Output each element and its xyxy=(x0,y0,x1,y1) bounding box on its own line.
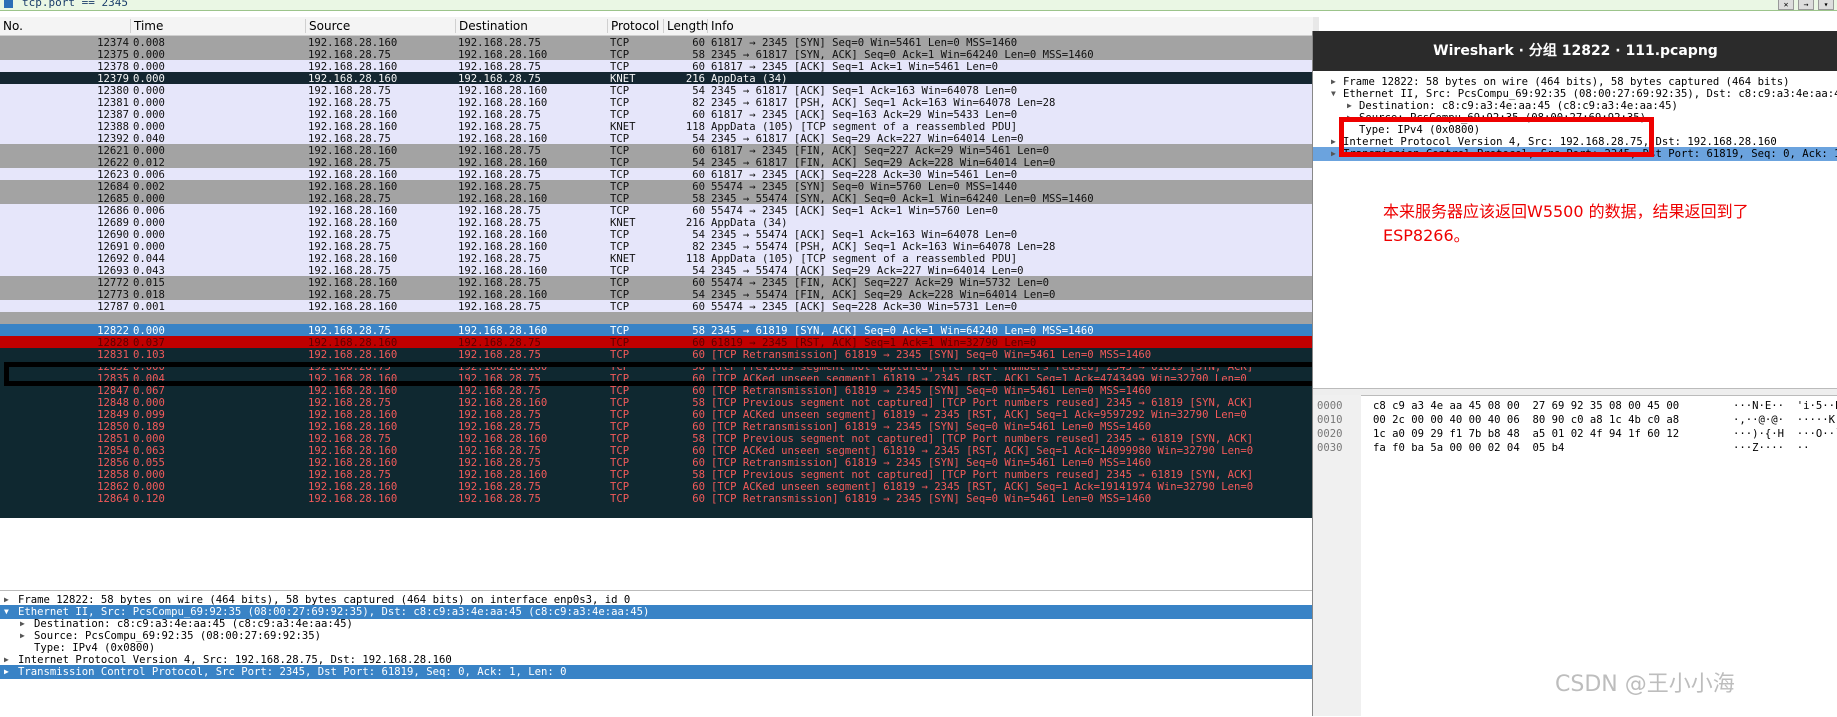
bytes-offset: 0010 xyxy=(1317,414,1343,426)
bytes-offset: 0000 xyxy=(1317,400,1343,412)
bytes-ascii[interactable]: ···Z···· ·· xyxy=(1733,441,1810,455)
bytes-ascii[interactable]: ·,··@·@· ·····K·· xyxy=(1733,413,1837,427)
display-filter-bar[interactable]: tcp.port == 2345 ✕ → ▾ xyxy=(0,0,1837,11)
packet-details-pane[interactable]: ▶ Frame 12822: 58 bytes on wire (464 bits… xyxy=(0,590,1313,717)
dialog-title: Wireshark · 分组 12822 · 111.pcapng xyxy=(1313,31,1837,71)
detail-tree-item[interactable]: ▶ Transmission Control Protocol, Src Port… xyxy=(0,665,1313,679)
detail-tree-label: Transmission Control Protocol, Src Port:… xyxy=(18,666,567,678)
column-length[interactable]: Length xyxy=(663,19,708,33)
column-protocol[interactable]: Protocol xyxy=(607,19,659,33)
packet-dialog: Wireshark · 分组 12822 · 111.pcapng ▶ Frame… xyxy=(1312,31,1837,716)
packet-list[interactable]: No. Time Source Destination Protocol Len… xyxy=(0,17,1313,589)
watermark: CSDN @王小小海 xyxy=(1555,672,1735,697)
column-info[interactable]: Info xyxy=(707,19,734,33)
apply-filter-icon[interactable]: → xyxy=(1798,0,1814,10)
bytes-ascii[interactable]: ···N·E·· 'i·5··E· xyxy=(1733,399,1837,413)
column-time[interactable]: Time xyxy=(130,19,163,33)
column-destination[interactable]: Destination xyxy=(455,19,528,33)
annotation-text: 本来服务器应该返回W5500 的数据，结果返回到了ESP8266。 xyxy=(1383,202,1749,245)
bytes-offset: 0030 xyxy=(1317,442,1343,454)
expand-right-icon[interactable]: ▶ xyxy=(4,665,9,679)
clear-filter-icon[interactable]: ✕ xyxy=(1778,0,1794,10)
filter-dropdown-icon[interactable]: ▾ xyxy=(1818,0,1834,10)
expand-right-icon[interactable]: ▶ xyxy=(1331,147,1336,161)
bytes-hex[interactable]: fa f0 ba 5a 00 00 02 04 05 b4 xyxy=(1373,441,1564,455)
column-source[interactable]: Source xyxy=(305,19,350,33)
bytes-hex[interactable]: 1c a0 09 29 f1 7b b8 48 a5 01 02 4f 94 1… xyxy=(1373,427,1679,441)
column-no[interactable]: No. xyxy=(0,19,23,33)
bytes-hex[interactable]: c8 c9 a3 4e aa 45 08 00 27 69 92 35 08 0… xyxy=(1373,399,1679,413)
annotation-red-box xyxy=(1339,117,1654,157)
display-filter-input[interactable]: tcp.port == 2345 xyxy=(22,0,128,9)
bookmark-icon[interactable] xyxy=(4,0,13,8)
bytes-ascii[interactable]: ···)·{·H ···O··`· xyxy=(1733,427,1837,441)
bytes-hex[interactable]: 00 2c 00 00 40 00 40 06 80 90 c0 a8 1c 4… xyxy=(1373,413,1679,427)
packet-list-header: No. Time Source Destination Protocol Len… xyxy=(0,17,1313,36)
bytes-offset: 0020 xyxy=(1317,428,1343,440)
packet-row[interactable] xyxy=(0,504,1313,518)
